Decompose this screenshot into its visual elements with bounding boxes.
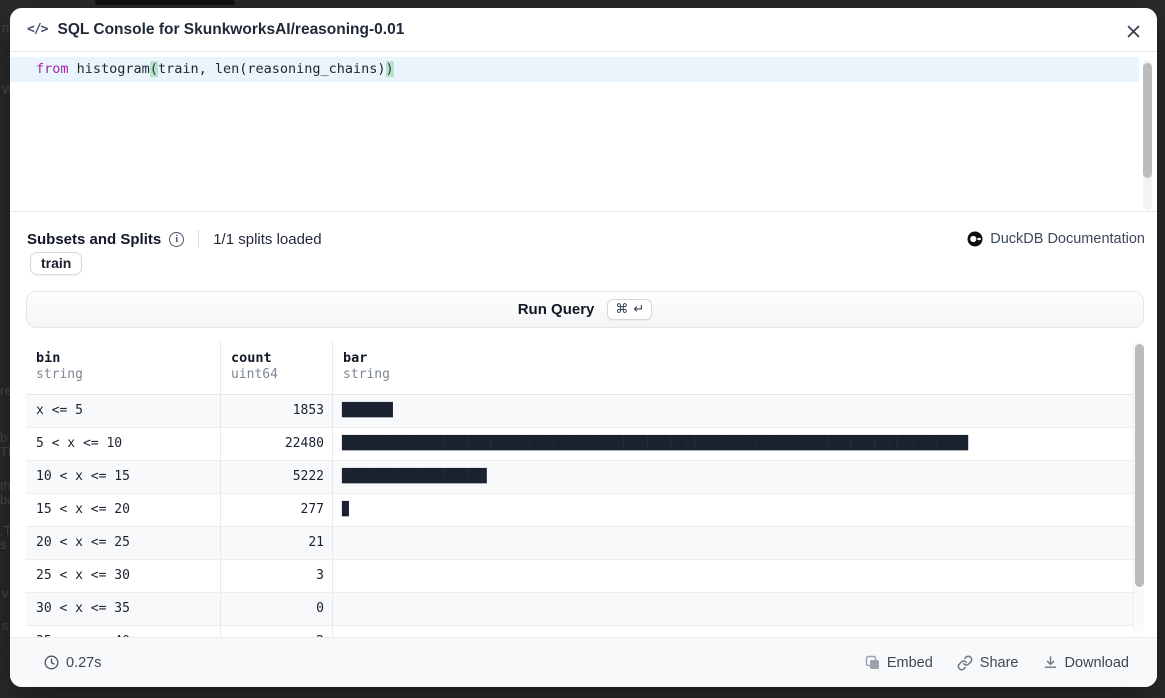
table-row: 30 < x <= 35 0: [26, 593, 1133, 626]
background-fragment: s: [0, 537, 7, 552]
table-scrollbar-thumb[interactable]: [1135, 344, 1144, 587]
modal-footer: 0.27s Embed Share: [10, 637, 1157, 687]
embed-label: Embed: [887, 655, 933, 671]
table-header-row: bin string count uint64 bar string: [26, 340, 1133, 395]
bin-cell: 25 < x <= 30: [26, 560, 221, 592]
split-chip-train[interactable]: train: [30, 252, 82, 275]
table-body: x <= 5 1853 ██████▌ 5 < x <= 10 22480 ██…: [26, 395, 1133, 637]
splits-status: 1/1 splits loaded: [213, 231, 321, 248]
background-fragment: b: [0, 430, 7, 445]
background-fragment: v: [2, 586, 9, 601]
sql-editor[interactable]: from histogram(train, len(reasoning_chai…: [10, 53, 1157, 212]
editor-scrollbar-track[interactable]: [1143, 60, 1152, 210]
download-label: Download: [1065, 655, 1130, 671]
background-fragment: s: [2, 618, 9, 633]
bin-cell: 10 < x <= 15: [26, 461, 221, 493]
sql-console-modal: </> SQL Console for SkunkworksAI/reasoni…: [10, 8, 1157, 687]
duckdb-docs-label: DuckDB Documentation: [990, 231, 1145, 247]
column-name: bar: [343, 350, 1133, 367]
column-type: string: [343, 367, 1133, 383]
background-page-text: [95, 0, 235, 5]
close-icon: [1126, 24, 1141, 39]
column-header-bar: bar string: [333, 340, 1133, 394]
sql-function: histogram: [69, 61, 150, 77]
clock-icon: [44, 655, 59, 670]
duckdb-docs-link[interactable]: DuckDB Documentation: [967, 231, 1145, 247]
sql-arguments: train, len(reasoning_chains): [158, 61, 386, 77]
count-cell: 2: [221, 626, 333, 637]
splits-row: Subsets and Splits i 1/1 splits loaded D…: [27, 226, 1145, 252]
keyboard-shortcut-badge: ⌘ ↵: [607, 299, 652, 320]
query-duration: 0.27s: [44, 655, 101, 671]
column-type: string: [36, 367, 220, 383]
query-duration-value: 0.27s: [66, 655, 101, 671]
modal-title: SQL Console for SkunkworksAI/reasoning-0…: [57, 21, 404, 39]
background-fragment: n: [2, 20, 9, 35]
sql-keyword: from: [36, 61, 69, 77]
table-row: 10 < x <= 15 5222 ██████████████████▌: [26, 461, 1133, 494]
bin-cell: 20 < x <= 25: [26, 527, 221, 559]
count-cell: 277: [221, 494, 333, 526]
column-header-count: count uint64: [221, 340, 333, 394]
duckdb-logo-icon: [967, 231, 983, 247]
count-cell: 3: [221, 560, 333, 592]
modal-header: </> SQL Console for SkunkworksAI/reasoni…: [10, 8, 1157, 52]
sql-close-paren: ): [386, 61, 394, 77]
count-cell: 0: [221, 593, 333, 625]
table-row: 20 < x <= 25 21: [26, 527, 1133, 560]
cmd-key-icon: ⌘: [615, 301, 628, 317]
embed-button[interactable]: Embed: [865, 655, 933, 671]
table-row: 15 < x <= 20 277 ▉: [26, 494, 1133, 527]
split-chips: train: [30, 252, 82, 275]
bar-cell: ████████████████████████████████████████…: [333, 428, 1133, 460]
table-row: x <= 5 1853 ██████▌: [26, 395, 1133, 428]
sql-editor-active-line: from histogram(train, len(reasoning_chai…: [10, 57, 1139, 82]
info-icon[interactable]: i: [169, 232, 184, 247]
bin-cell: x <= 5: [26, 395, 221, 427]
run-query-button[interactable]: Run Query ⌘ ↵: [26, 291, 1144, 328]
download-button[interactable]: Download: [1043, 655, 1130, 671]
column-type: uint64: [231, 367, 332, 383]
column-header-bin: bin string: [26, 340, 221, 394]
editor-scrollbar-thumb[interactable]: [1143, 63, 1152, 178]
table-row: 5 < x <= 10 22480 ██████████████████████…: [26, 428, 1133, 461]
bar-cell: [333, 527, 1133, 559]
table-row: 25 < x <= 30 3: [26, 560, 1133, 593]
bar-cell: [333, 593, 1133, 625]
count-cell: 5222: [221, 461, 333, 493]
bar-cell: ██████████████████▌: [333, 461, 1133, 493]
bar-cell: ██████▌: [333, 395, 1133, 427]
share-button[interactable]: Share: [957, 655, 1019, 671]
table-row: 35 < x <= 40 2: [26, 626, 1133, 637]
enter-key-icon: ↵: [633, 301, 644, 317]
bin-cell: 15 < x <= 20: [26, 494, 221, 526]
count-cell: 21: [221, 527, 333, 559]
bin-cell: 35 < x <= 40: [26, 626, 221, 637]
bar-cell: ▉: [333, 494, 1133, 526]
bin-cell: 5 < x <= 10: [26, 428, 221, 460]
bar-cell: [333, 626, 1133, 637]
bar-cell: [333, 560, 1133, 592]
embed-icon: [865, 655, 880, 670]
footer-actions: Embed Share Download: [865, 655, 1129, 671]
column-name: count: [231, 350, 332, 367]
column-name: bin: [36, 350, 220, 367]
bin-cell: 30 < x <= 35: [26, 593, 221, 625]
sql-open-paren: (: [150, 61, 158, 77]
divider: [198, 230, 199, 248]
run-query-label: Run Query: [518, 301, 595, 318]
results-table-inner: bin string count uint64 bar string x <= …: [26, 340, 1133, 637]
table-scrollbar-track[interactable]: [1133, 342, 1144, 633]
download-icon: [1043, 655, 1058, 670]
code-icon: </>: [27, 22, 47, 37]
results-table: bin string count uint64 bar string x <= …: [26, 340, 1144, 637]
close-button[interactable]: [1122, 20, 1144, 42]
share-link-icon: [957, 655, 973, 671]
splits-title: Subsets and Splits: [27, 231, 161, 248]
count-cell: 1853: [221, 395, 333, 427]
count-cell: 22480: [221, 428, 333, 460]
share-label: Share: [980, 655, 1019, 671]
